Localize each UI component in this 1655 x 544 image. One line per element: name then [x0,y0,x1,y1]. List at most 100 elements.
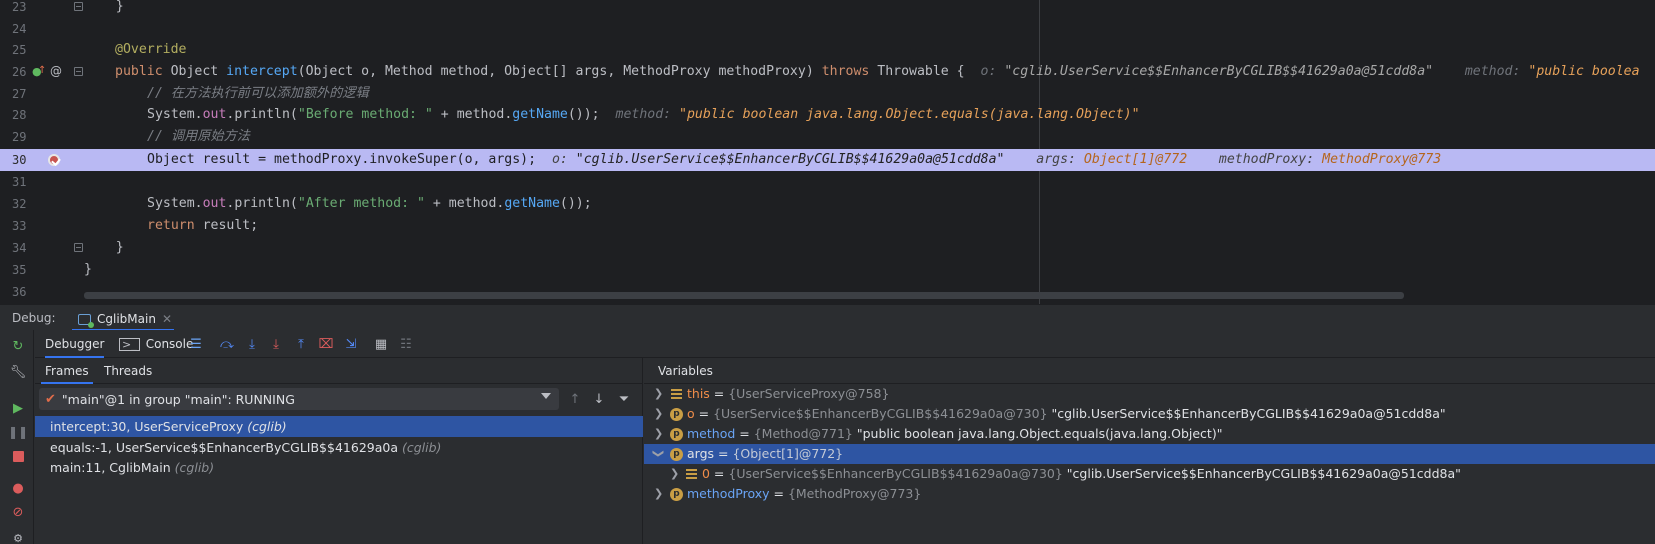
step-out-icon[interactable]: ⤒ [293,336,309,352]
variable-text: methodProxy = {MethodProxy@773} [687,486,922,501]
horizontal-scrollbar[interactable] [84,292,1404,299]
frame-package: (cglib) [174,460,215,475]
line-number: 23 [12,0,27,14]
debug-tool-window-header: Debug: CglibMain ✕ [0,304,1655,331]
chevron-right-icon[interactable]: ❯ [654,424,664,444]
debug-session-tab[interactable]: CglibMain ✕ [72,308,178,330]
frame-item[interactable]: intercept:30, UserServiceProxy (cglib) [35,416,643,437]
line-number: 28 [12,108,27,122]
tab-threads[interactable]: Threads [104,358,152,384]
close-icon[interactable]: ✕ [162,312,172,326]
evaluate-expression-icon[interactable]: ▦ [373,336,389,352]
code-text: } [84,262,92,277]
thread-selector-value: "main"@1 in group "main": RUNNING [61,391,295,407]
chevron-right-icon[interactable]: ❯ [654,484,664,504]
step-over-icon[interactable]: ⤼ [219,336,235,352]
variable-row[interactable]: ❯ p methodProxy = {MethodProxy@773} [644,484,1655,504]
line-number: 30 [12,153,27,167]
pause-icon[interactable]: ❚❚ [8,424,28,440]
line-number: 31 [12,175,27,189]
variable-row[interactable]: ❯ this = {UserServiceProxy@758} [644,384,1655,404]
wrench-icon[interactable]: 🔧︎ [10,364,27,380]
variable-row-selected[interactable]: ❯ p args = {Object[1]@772} [644,444,1655,464]
stop-icon[interactable] [10,448,26,464]
variables-header: Variables [644,358,1655,384]
tab-console[interactable]: >_ Console [119,330,193,358]
code-line[interactable]: 28 System.out.println("Before method: " … [0,104,1655,126]
variable-row[interactable]: ❯ p method = {Method@771} "public boolea… [644,424,1655,444]
mute-breakpoints-icon[interactable]: ⊘ [10,504,26,520]
trace-icon[interactable]: ☷ [398,336,414,352]
arrow-down-icon[interactable]: ↓ [591,391,607,407]
resume-icon[interactable]: ▶ [10,400,26,416]
thread-selector[interactable]: ✔ "main"@1 in group "main": RUNNING [39,388,559,410]
tab-debugger[interactable]: Debugger [45,330,105,358]
chevron-right-icon[interactable]: ❯ [654,404,664,424]
filter-icon[interactable]: ⏷ [616,391,632,407]
code-line[interactable]: 25 @Override [0,39,1655,61]
tab-frames[interactable]: Frames [41,358,93,384]
code-line[interactable]: 26 ● ↑ @ public Object intercept(Object … [0,61,1655,83]
code-line[interactable]: 35 } [0,259,1655,281]
session-tab-label: CglibMain [97,312,156,326]
step-into-icon[interactable]: ⤓ [244,336,260,352]
chevron-right-icon[interactable]: ❯ [670,464,680,484]
variable-text: 0 = {UserService$$EnhancerByCGLIB$$41629… [702,466,1461,481]
variable-text: this = {UserServiceProxy@758} [687,386,890,401]
code-text: Object result = methodProxy.invokeSuper(… [147,152,1442,167]
drop-frame-icon[interactable]: ⌧ [318,336,334,352]
settings-icon[interactable]: ⚙ [10,530,26,544]
fold-icon[interactable] [74,67,83,76]
implements-arrow-icon[interactable]: ↑ [38,65,46,76]
view-breakpoints-icon[interactable]: ● [10,480,26,496]
fold-icon[interactable] [74,2,83,11]
run-config-icon [78,313,94,328]
tab-console-label: Console [145,337,194,351]
line-number: 35 [12,263,27,277]
line-number: 32 [12,197,27,211]
current-execution-line[interactable]: 30 Object result = methodProxy.invokeSup… [0,149,1655,171]
code-editor[interactable]: 23 } 24 25 @Override 26 ● ↑ @ public Obj… [0,0,1655,304]
code-line[interactable]: 31 [0,171,1655,193]
annotation-at-icon[interactable]: @ [50,65,62,77]
code-line[interactable]: 29 // 调用原始方法 [0,126,1655,148]
code-line[interactable]: 27 // 在方法执行前可以添加额外的逻辑 [0,83,1655,105]
code-line[interactable]: 34 } [0,237,1655,259]
variable-row[interactable]: ❯ 0 = {UserService$$EnhancerByCGLIB$$416… [644,464,1655,484]
tab-threads-label: Threads [104,364,153,378]
chevron-right-icon[interactable]: ❯ [654,384,664,404]
force-step-into-icon[interactable]: ⤓ [268,336,284,352]
variable-text: method = {Method@771} "public boolean ja… [687,426,1223,441]
line-number: 36 [12,285,27,299]
code-text: } [84,240,124,255]
parameter-icon: p [670,428,683,441]
parameter-icon: p [670,488,683,501]
line-number: 33 [12,219,27,233]
code-line[interactable]: 24 [0,18,1655,40]
frames-pane: Frames Threads ✔ "main"@1 in group "main… [35,358,643,544]
arrow-up-icon[interactable]: ↑ [567,391,583,407]
tab-frames-label: Frames [45,364,89,378]
fold-icon[interactable] [74,243,83,252]
frame-item[interactable]: main:11, CglibMain (cglib) [35,457,643,478]
checkmark-icon: ✔ [45,391,56,407]
variables-pane: Variables ❯ this = {UserServiceProxy@758… [644,358,1655,544]
object-icon [671,389,682,399]
layout-menu-icon[interactable]: ☰ [188,336,204,352]
debug-label: Debug: [12,311,56,325]
debug-side-toolbar: ↻ 🔧︎ ▶ ❚❚ ● ⊘ ⚙ [0,330,34,544]
run-to-cursor-icon[interactable]: ⇲ [343,336,359,352]
chevron-down-icon[interactable]: ❯ [648,449,668,459]
variable-text: args = {Object[1]@772} [687,446,844,461]
frame-method: intercept:30, UserServiceProxy [50,419,248,434]
variable-row[interactable]: ❯ p o = {UserService$$EnhancerByCGLIB$$4… [644,404,1655,424]
code-line[interactable]: 23 } [0,0,1655,18]
rerun-icon[interactable]: ↻ [10,338,26,354]
code-line[interactable]: 32 System.out.println("After method: " +… [0,193,1655,215]
code-line[interactable]: 33 return result; [0,215,1655,237]
breakpoint-icon[interactable] [48,154,60,166]
console-icon: >_ [119,337,140,351]
debugger-toolbar: Debugger >_ Console ☰ ⤼ ⤓ ⤓ ⤒ ⌧ ⇲ ▦ ☷ [35,330,1655,358]
object-icon [686,469,697,479]
frame-item[interactable]: equals:-1, UserService$$EnhancerByCGLIB$… [35,437,643,458]
